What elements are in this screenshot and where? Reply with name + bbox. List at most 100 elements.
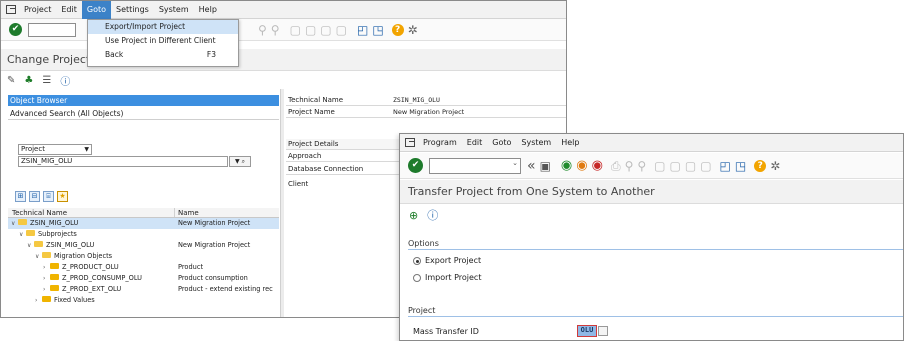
- approach-label: Approach: [288, 152, 322, 160]
- menu-project[interactable]: Project: [19, 1, 56, 19]
- tree-row[interactable]: › Z_PROD_EXT_OLU Product - extend existin…: [8, 284, 279, 295]
- chevron-down-icon: ▼: [84, 146, 89, 153]
- menu-goto[interactable]: Goto: [487, 134, 516, 152]
- display-change-icon[interactable]: ✎: [7, 75, 15, 86]
- project-name-value[interactable]: New Migration Project: [390, 107, 464, 117]
- find-next-icon[interactable]: ⚲: [271, 23, 280, 37]
- menu-help[interactable]: Help: [194, 1, 222, 19]
- command-field[interactable]: ⌄: [429, 157, 521, 174]
- project-details-label[interactable]: Project Details: [286, 139, 390, 149]
- project-type-label: Project: [21, 145, 45, 153]
- tree-row[interactable]: › Z_PROD_CONSUMP_OLU Product consumption: [8, 273, 279, 284]
- first-page-icon[interactable]: ▢: [654, 159, 665, 173]
- column-name[interactable]: Name: [175, 208, 199, 217]
- project-section: Project: [408, 305, 903, 317]
- menu-settings[interactable]: Settings: [111, 1, 154, 19]
- tree-row-name: [175, 295, 278, 306]
- save-icon[interactable]: ▣: [540, 159, 551, 173]
- application-toolbar: ⊕ ⓘ: [400, 206, 903, 224]
- tree-row-name: Product: [178, 263, 204, 271]
- menu-edit[interactable]: Edit: [462, 134, 488, 152]
- menu-program[interactable]: Program: [418, 134, 462, 152]
- exit-icon[interactable]: [405, 138, 415, 147]
- menu-edit[interactable]: Edit: [56, 1, 82, 19]
- panel-splitter[interactable]: [280, 89, 284, 317]
- command-field[interactable]: [28, 22, 76, 37]
- help-icon[interactable]: ?: [391, 23, 404, 36]
- help-icon[interactable]: ?: [754, 159, 767, 172]
- menu-bar: Project Edit Goto Settings System Help: [1, 1, 566, 19]
- folder-icon: [42, 296, 51, 302]
- tree-row[interactable]: › Fixed Values: [8, 295, 279, 306]
- enter-check-icon[interactable]: ✔: [408, 158, 423, 173]
- print-icon[interactable]: ⎙: [611, 159, 621, 173]
- last-page-icon[interactable]: ▢: [700, 159, 711, 173]
- back-icon[interactable]: «: [527, 159, 536, 173]
- shortcut-icon[interactable]: ◳: [372, 23, 383, 37]
- tree-row-tech: Fixed Values: [54, 296, 95, 304]
- tree-row[interactable]: › Z_PRODUCT_OLU Product: [8, 262, 279, 273]
- technical-name-value[interactable]: ZSIN_MIG_OLU: [390, 95, 440, 105]
- new-session-icon[interactable]: ◰: [357, 23, 368, 37]
- export-project-radio[interactable]: Export Project: [413, 255, 481, 267]
- customize-layout-icon[interactable]: ✲: [770, 159, 780, 173]
- first-page-icon[interactable]: ▢: [290, 23, 301, 37]
- favorite-icon[interactable]: ★: [57, 191, 68, 202]
- technical-name-row: Technical Name ZSIN_MIG_OLU: [286, 95, 566, 106]
- hierarchy-icon[interactable]: ♣: [24, 75, 33, 86]
- info-icon[interactable]: ⓘ: [60, 73, 70, 88]
- customize-layout-icon[interactable]: ✲: [408, 23, 418, 37]
- enter-check-icon[interactable]: ✔: [9, 23, 22, 36]
- exit-orange-icon[interactable]: ◉: [576, 158, 587, 173]
- collapse-icon[interactable]: ⊟: [29, 191, 40, 202]
- list-icon[interactable]: ☰: [42, 75, 51, 86]
- folder-icon: [18, 219, 27, 225]
- filter-icon[interactable]: ⌸: [43, 191, 54, 202]
- next-page-icon[interactable]: ▢: [320, 23, 331, 37]
- find-icon[interactable]: ⚲: [258, 23, 267, 37]
- menu-system[interactable]: System: [154, 1, 194, 19]
- prev-page-icon[interactable]: ▢: [305, 23, 316, 37]
- shortcut-icon[interactable]: ◳: [735, 159, 746, 173]
- menu-item-back[interactable]: Back F3: [88, 48, 238, 62]
- expand-icon[interactable]: ⊞: [15, 191, 26, 202]
- execute-icon[interactable]: ⊕: [409, 209, 418, 222]
- object-browser-tab[interactable]: Object Browser: [8, 95, 279, 106]
- column-technical-name[interactable]: Technical Name: [8, 208, 175, 217]
- tree-row[interactable]: ∨ ZSIN_MIG_OLU New Migration Project: [8, 240, 279, 251]
- tree-toolbar: ⊞ ⊟ ⌸ ★: [15, 191, 68, 203]
- exit-icon[interactable]: [6, 5, 16, 14]
- radio-selected-icon: [413, 257, 421, 265]
- prev-page-icon[interactable]: ▢: [670, 159, 681, 173]
- tree-row-tech: Z_PROD_CONSUMP_OLU: [62, 274, 142, 282]
- menu-system[interactable]: System: [516, 134, 556, 152]
- info-icon[interactable]: ⓘ: [427, 207, 438, 223]
- find-icon[interactable]: ⚲: [625, 159, 634, 173]
- project-input[interactable]: ZSIN_MIG_OLU: [18, 156, 228, 167]
- goto-dropdown-menu: Export/Import Project Use Project in Dif…: [87, 19, 239, 67]
- back-green-icon[interactable]: ◉: [561, 158, 572, 173]
- menu-help[interactable]: Help: [556, 134, 584, 152]
- next-page-icon[interactable]: ▢: [685, 159, 696, 173]
- system-toolbar: ✔ ⚲ ⚲ ▢ ▢ ▢ ▢ ◰ ◳ ? ✲: [1, 19, 566, 41]
- tree-row-name: Product - extend existing rec: [178, 285, 273, 293]
- import-project-radio[interactable]: Import Project: [413, 272, 481, 284]
- find-next-icon[interactable]: ⚲: [637, 159, 646, 173]
- project-dropdown-button[interactable]: ▼ ⌕: [229, 156, 251, 167]
- menu-item-use-project-different-client[interactable]: Use Project in Different Client: [88, 34, 238, 48]
- project-type-select[interactable]: Project ▼: [18, 144, 92, 155]
- last-page-icon[interactable]: ▢: [336, 23, 347, 37]
- advanced-search-tab[interactable]: Advanced Search (All Objects): [8, 107, 279, 120]
- system-toolbar: ✔ ⌄ « ▣ ◉ ◉ ◉ ⎙ ⚲ ⚲ ▢ ▢ ▢ ▢ ◰ ◳ ? ✲: [400, 153, 903, 179]
- new-session-icon[interactable]: ◰: [720, 159, 731, 173]
- tree-row[interactable]: ∨ ZSIN_MIG_OLU New Migration Project: [8, 218, 279, 229]
- mass-transfer-input[interactable]: OLU: [577, 325, 597, 337]
- tree-row-name: [175, 229, 278, 240]
- tree-row[interactable]: ∨ Subprojects: [8, 229, 279, 240]
- menu-item-export-import-project[interactable]: Export/Import Project: [88, 20, 238, 34]
- menu-goto[interactable]: Goto: [81, 1, 111, 19]
- cancel-icon[interactable]: ◉: [592, 158, 603, 173]
- value-help-icon[interactable]: [598, 326, 608, 336]
- tree-row[interactable]: ∨ Migration Objects: [8, 251, 279, 262]
- technical-name-label: Technical Name: [288, 96, 344, 104]
